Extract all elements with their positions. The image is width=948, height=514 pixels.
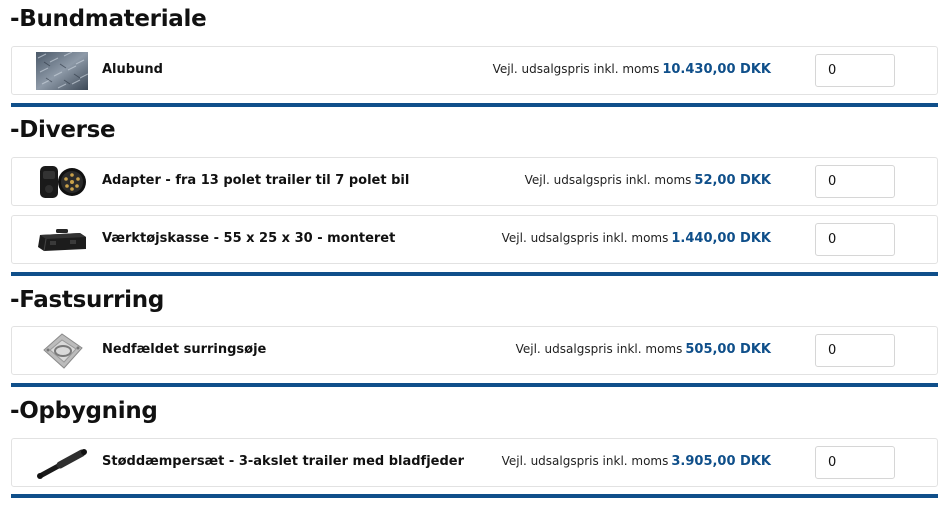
section-divider (11, 383, 938, 387)
section-divider (11, 103, 938, 107)
section-heading-fastsurring: -Fastsurring (10, 287, 164, 313)
price-label: Vejl. udsalgspris inkl. moms (501, 231, 669, 245)
product-row: Alubund Vejl. udsalgspris inkl. moms 10.4… (11, 46, 938, 95)
product-price: Vejl. udsalgspris inkl. moms 505,00 DKK (516, 342, 771, 357)
price-label: Vejl. udsalgspris inkl. moms (524, 173, 692, 187)
quantity-input[interactable] (815, 54, 895, 87)
product-name[interactable]: Alubund (102, 62, 163, 77)
price-label: Vejl. udsalgspris inkl. moms (501, 454, 669, 468)
section-heading-diverse: -Diverse (10, 117, 116, 143)
product-price: Vejl. udsalgspris inkl. moms 52,00 DKK (525, 173, 771, 188)
plug-adapter-icon[interactable] (36, 163, 88, 201)
price-value: 1.440,00 DKK (671, 231, 771, 246)
product-row: Værktøjskasse - 55 x 25 x 30 - monteret … (11, 215, 938, 264)
product-row: Støddæmpersæt - 3-akslet trailer med bla… (11, 438, 938, 487)
shock-absorber-icon[interactable] (36, 444, 88, 482)
price-label: Vejl. udsalgspris inkl. moms (492, 62, 660, 76)
price-label: Vejl. udsalgspris inkl. moms (515, 342, 683, 356)
section-heading-opbygning: -Opbygning (10, 398, 158, 424)
product-row: Adapter - fra 13 polet trailer til 7 pol… (11, 157, 938, 206)
price-value: 505,00 DKK (685, 342, 771, 357)
section-heading-bundmateriale: -Bundmateriale (10, 6, 207, 32)
quantity-input[interactable] (815, 334, 895, 367)
price-value: 3.905,00 DKK (671, 454, 771, 469)
toolbox-icon[interactable] (36, 221, 88, 259)
aluminium-floor-icon[interactable] (36, 52, 88, 90)
section-divider (11, 272, 938, 276)
quantity-input[interactable] (815, 223, 895, 256)
product-row: Nedfældet surringsøje Vejl. udsalgspris … (11, 326, 938, 375)
product-name[interactable]: Støddæmpersæt - 3-akslet trailer med bla… (102, 454, 464, 469)
section-divider (11, 494, 938, 498)
product-price: Vejl. udsalgspris inkl. moms 1.440,00 DKK (502, 231, 771, 246)
product-name[interactable]: Værktøjskasse - 55 x 25 x 30 - monteret (102, 231, 395, 246)
price-value: 10.430,00 DKK (662, 62, 771, 77)
product-price: Vejl. udsalgspris inkl. moms 3.905,00 DKK (502, 454, 771, 469)
lashing-ring-icon[interactable] (36, 332, 88, 370)
product-name[interactable]: Adapter - fra 13 polet trailer til 7 pol… (102, 173, 409, 188)
product-name[interactable]: Nedfældet surringsøje (102, 342, 266, 357)
quantity-input[interactable] (815, 446, 895, 479)
product-price: Vejl. udsalgspris inkl. moms 10.430,00 DK… (493, 62, 771, 77)
quantity-input[interactable] (815, 165, 895, 198)
price-value: 52,00 DKK (694, 173, 771, 188)
